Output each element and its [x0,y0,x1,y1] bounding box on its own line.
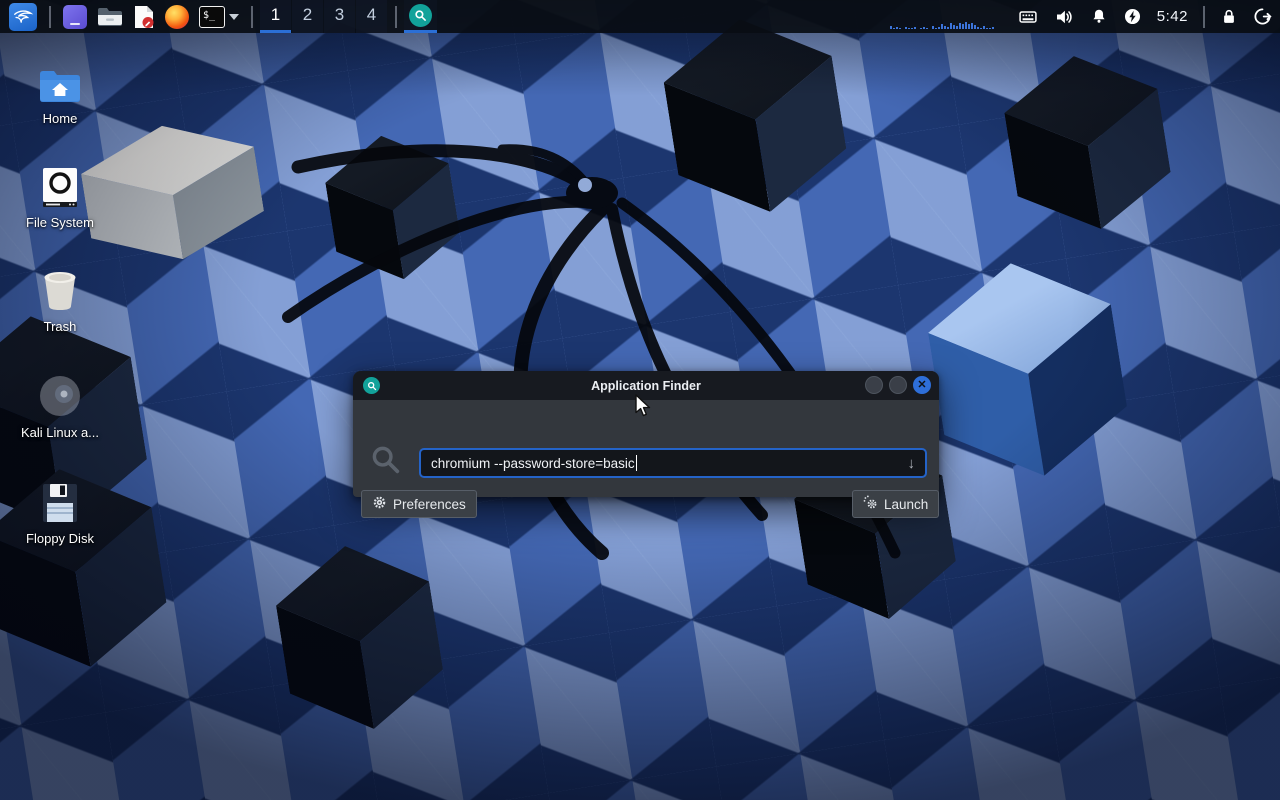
kali-dragon-icon [9,3,37,31]
kali-mount-icon [38,374,82,418]
top-panel: $_ 1 2 3 4 [0,0,1280,33]
window-app-launcher[interactable] [58,0,92,33]
text-editor-launcher[interactable] [128,0,160,33]
desktop-icon-label: File System [18,215,102,230]
mouse-cursor [635,394,655,418]
maximize-button[interactable] [889,376,907,394]
close-button[interactable]: ✕ [913,376,931,394]
desktop-icon-trash[interactable]: Trash [18,262,102,334]
workspace-pager: 1 2 3 4 [260,0,388,33]
desktop: Home File System Trash [0,0,1280,800]
appfinder-search-icon [409,4,432,27]
panel-left: $_ 1 2 3 4 [0,0,437,33]
panel-right: 5:42 [890,0,1280,33]
window-title: Application Finder [591,379,701,393]
desktop-icon-home[interactable]: Home [18,54,102,126]
workspace-4[interactable]: 4 [356,0,387,33]
home-folder-icon [38,68,82,104]
desktop-icon-label: Trash [18,319,102,334]
desktop-icon-floppy-disk[interactable]: Floppy Disk [18,474,102,546]
appfinder-taskbar-button[interactable] [404,0,437,33]
entry-dropdown-arrow-icon[interactable]: ↓ [908,455,916,472]
command-input[interactable]: chromium --password-store=basic ↓ [419,448,927,478]
launch-button[interactable]: Launch [852,490,939,518]
launch-label: Launch [884,497,928,512]
lock-screen-icon[interactable] [1220,7,1238,26]
file-manager-launcher[interactable] [92,0,128,33]
text-caret [636,455,638,471]
workspace-2[interactable]: 2 [292,0,323,33]
text-editor-icon [133,5,155,29]
volume-icon[interactable] [1054,7,1075,27]
panel-separator [49,6,51,28]
command-text: chromium --password-store=basic [431,456,635,471]
keyboard-osd-icon[interactable] [1017,7,1039,27]
floppy-disk-icon [41,482,79,524]
appfinder-window-icon [363,377,380,394]
trash-bucket-icon [40,270,80,312]
desktop-icon-file-system[interactable]: File System [18,158,102,230]
desktop-icon-label: Floppy Disk [18,531,102,546]
panel-separator [395,6,397,28]
file-manager-icon [97,6,123,28]
desktop-icon-kali-mount[interactable]: Kali Linux a... [18,368,102,440]
hard-drive-icon [41,166,79,208]
gear-icon [372,495,387,513]
panel-separator [251,6,253,28]
chevron-down-icon[interactable] [229,14,239,20]
workspace-3[interactable]: 3 [324,0,355,33]
preferences-label: Preferences [393,497,466,512]
panel-separator [1203,6,1205,28]
kali-menu-button[interactable] [4,0,42,33]
search-icon [370,444,402,481]
firefox-launcher[interactable] [160,0,194,33]
desktop-icon-label: Home [18,111,102,126]
terminal-icon: $_ [199,6,225,28]
clock[interactable]: 5:42 [1157,8,1188,25]
logout-icon[interactable] [1253,7,1272,26]
application-finder-window: Application Finder ✕ chromium --password… [353,371,939,497]
desktop-icon-label: Kali Linux a... [18,425,102,440]
activity-graph[interactable] [890,4,1002,30]
firefox-icon [165,5,189,29]
preferences-button[interactable]: Preferences [361,490,477,518]
run-gear-icon [863,495,878,513]
terminal-launcher[interactable]: $_ [194,0,244,33]
power-manager-icon[interactable] [1123,7,1142,26]
workspace-1[interactable]: 1 [260,0,291,33]
minimize-button[interactable] [865,376,883,394]
window-app-icon [63,5,87,29]
notifications-bell-icon[interactable] [1090,7,1108,26]
